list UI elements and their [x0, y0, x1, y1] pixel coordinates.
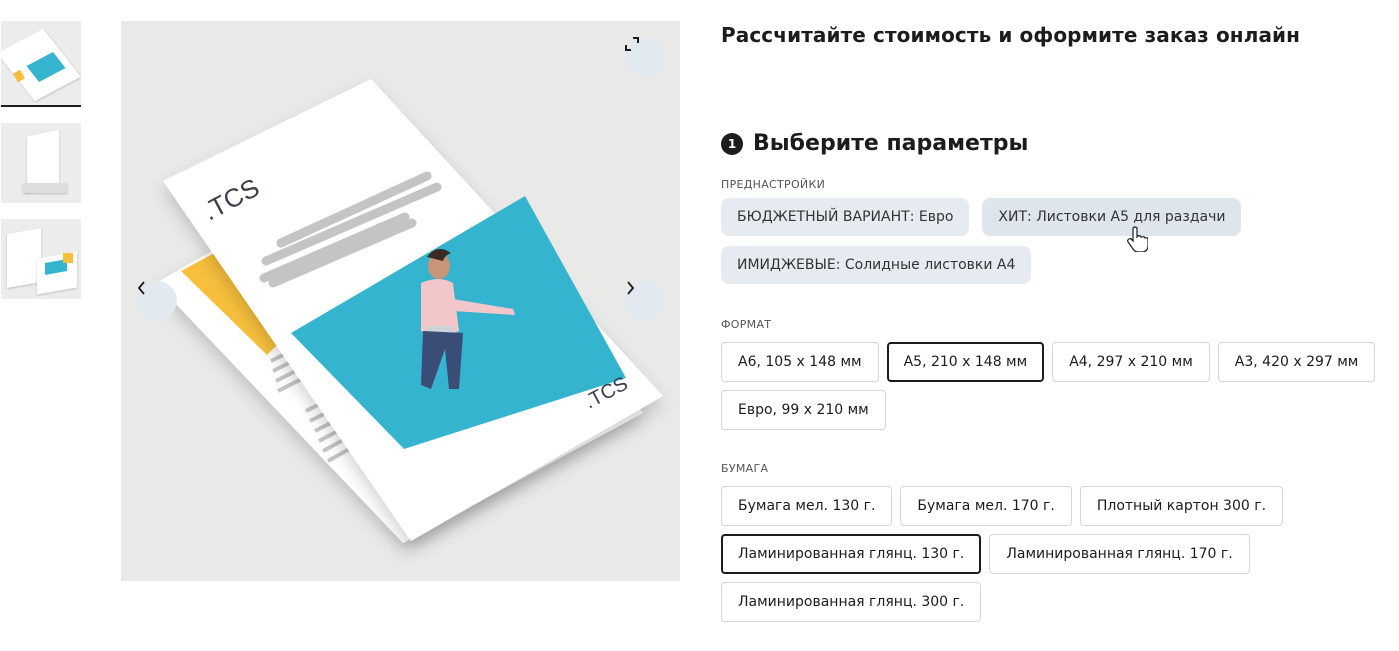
format-option-euro[interactable]: Евро, 99 х 210 мм	[721, 390, 886, 430]
paper-option-coated-130[interactable]: Бумага мел. 130 г.	[721, 486, 893, 526]
chevron-right-icon	[627, 281, 635, 295]
prev-image-button[interactable]	[137, 281, 177, 321]
preset-budget-euro[interactable]: БЮДЖЕТНЫЙ ВАРИАНТ: Евро	[721, 198, 970, 236]
step-heading: 1 Выберите параметры	[721, 131, 1028, 156]
expand-button[interactable]	[625, 37, 665, 77]
paper-label: БУМАГА	[721, 462, 769, 475]
presets-label: ПРЕДНАСТРОЙКИ	[721, 178, 826, 191]
thumbnail-list	[1, 21, 81, 299]
product-image: .TCS .TCS	[121, 21, 680, 581]
leaflets-illustration: .TCS .TCS	[156, 79, 663, 543]
page-title: Рассчитайте стоимость и оформите заказ о…	[721, 23, 1301, 47]
expand-icon	[625, 37, 639, 51]
format-option-a6[interactable]: А6, 105 х 148 мм	[721, 342, 879, 382]
step-number-badge: 1	[721, 132, 743, 155]
thumbnail-1[interactable]	[1, 21, 81, 107]
presets-group: БЮДЖЕТНЫЙ ВАРИАНТ: Евро ХИТ: Листовки А5…	[721, 198, 1399, 294]
paper-option-coated-170[interactable]: Бумага мел. 170 г.	[900, 486, 1072, 526]
paper-option-laminated-300[interactable]: Ламинированная глянц. 300 г.	[721, 582, 982, 622]
next-image-button[interactable]	[625, 281, 665, 321]
paper-option-laminated-130[interactable]: Ламинированная глянц. 130 г.	[721, 534, 982, 574]
format-group: А6, 105 х 148 мм А5, 210 х 148 мм А4, 29…	[721, 342, 1399, 438]
preset-hit-a5[interactable]: ХИТ: Листовки А5 для раздачи	[982, 198, 1242, 236]
paper-group: Бумага мел. 130 г. Бумага мел. 170 г. Пл…	[721, 486, 1399, 630]
format-option-a4[interactable]: А4, 297 х 210 мм	[1052, 342, 1210, 382]
thumb-stand	[23, 183, 67, 193]
paper-option-cardboard-300[interactable]: Плотный картон 300 г.	[1079, 486, 1284, 526]
format-option-a5[interactable]: А5, 210 х 148 мм	[886, 342, 1045, 382]
paper-option-laminated-170[interactable]: Ламинированная глянц. 170 г.	[989, 534, 1250, 574]
chevron-left-icon	[137, 281, 145, 295]
thumbnail-2[interactable]	[1, 123, 81, 203]
format-label: ФОРМАТ	[721, 318, 772, 331]
thumbnail-3[interactable]	[1, 219, 81, 299]
format-option-a3[interactable]: А3, 420 х 297 мм	[1217, 342, 1376, 382]
thumb-sheet	[7, 228, 41, 288]
thumb-accent	[63, 253, 73, 263]
step-title: Выберите параметры	[753, 131, 1029, 156]
preset-image-a4[interactable]: ИМИДЖЕВЫЕ: Солидные листовки А4	[721, 246, 1032, 284]
